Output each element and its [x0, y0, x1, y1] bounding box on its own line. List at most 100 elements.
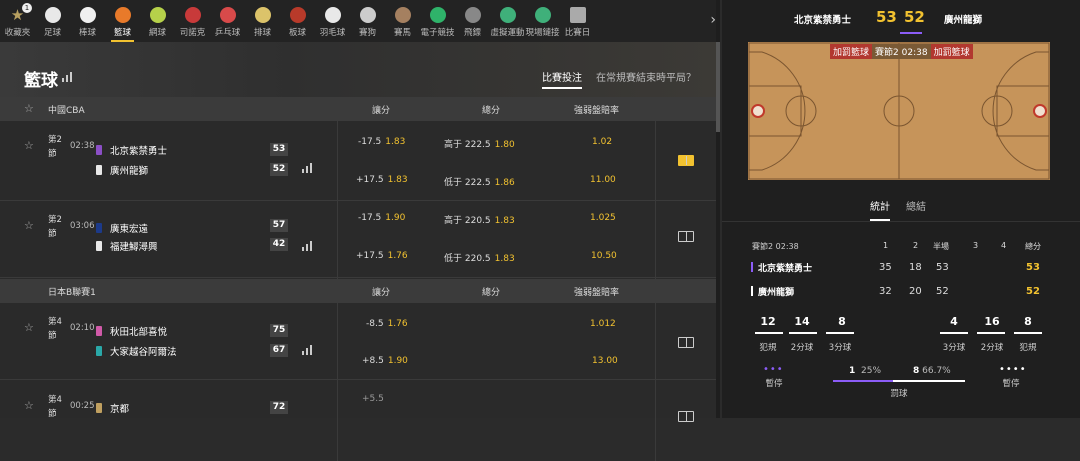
tennis-ball-icon	[149, 7, 166, 23]
handicap-home-odd[interactable]: +5.5	[362, 394, 384, 404]
scrollbar[interactable]	[716, 0, 720, 418]
match-clock: 02:10	[70, 323, 95, 333]
sport-tab-5[interactable]: 司諾克	[175, 0, 210, 42]
sport-tab-2[interactable]: 棒球	[70, 0, 105, 42]
sport-tab-9[interactable]: 羽毛球	[315, 0, 350, 42]
scrollbar-thumb[interactable]	[716, 42, 720, 132]
under-odd[interactable]: 低于 220.5 1.83	[444, 251, 515, 264]
handicap-home-odd[interactable]: -17.5 1.83	[358, 137, 405, 147]
markets-panel: ★ 收藏夾 1 足球 棒球 籃球 網球 司諾克 乒乓球 排球 板球 羽毛球 賽狗 賽馬 電子競技 飛鏢 虛擬運動…	[0, 0, 720, 461]
ft-label: 罰球	[890, 389, 908, 399]
tab-summary[interactable]: 總結	[906, 198, 926, 213]
score-underline	[900, 32, 922, 34]
away-timeouts-icon: ••••	[999, 364, 1027, 375]
sport-tab-16[interactable]: 比賽日	[560, 0, 595, 42]
tab-match-bets[interactable]: 比賽投注	[542, 69, 582, 89]
moneyline-away-odd[interactable]: 11.00	[590, 175, 616, 185]
hero-banner: 籃球 比賽投注 在常規賽結束時平局？	[0, 42, 720, 97]
stats-icon[interactable]	[302, 241, 312, 251]
home-score: 72	[270, 401, 288, 414]
sport-tab-15[interactable]: 現場鏈接	[525, 0, 560, 42]
stats-icon[interactable]	[302, 163, 312, 173]
cell-total: 52	[1026, 286, 1040, 297]
handicap-line: +8.5	[362, 356, 384, 366]
sport-tab-8[interactable]: 板球	[280, 0, 315, 42]
home-team[interactable]: 廣東宏遠	[96, 221, 148, 235]
match-row[interactable]: ☆ 第4節 00:25 京都 72 +5.5	[0, 381, 716, 461]
sport-tab-7[interactable]: 排球	[245, 0, 280, 42]
moneyline-away-odd[interactable]: 13.00	[592, 356, 618, 366]
cell: 18	[909, 262, 922, 273]
match-row[interactable]: ☆ 第4節 02:10 秋田北部喜悅 大家越谷阿爾法 75 67 -8.5 1.7…	[0, 303, 716, 383]
away-team[interactable]: 廣州龍獅	[96, 163, 148, 177]
sport-label: 足球	[43, 28, 61, 38]
ft-home-pct: 25%	[861, 366, 882, 376]
sport-tab-0[interactable]: ★ 收藏夾 1	[0, 0, 35, 42]
court-icon[interactable]	[678, 155, 694, 166]
tab-stats[interactable]: 統計	[870, 198, 890, 221]
court-icon[interactable]	[678, 411, 694, 422]
home-stat-label: 犯規	[759, 343, 777, 353]
under-odd[interactable]: 低于 222.5 1.86	[444, 175, 515, 188]
away-team-name: 大家越谷阿爾法	[110, 347, 177, 358]
away-team[interactable]: 福建鱘潯興	[96, 239, 158, 253]
sport-tab-1[interactable]: 足球	[35, 0, 70, 42]
home-team[interactable]: 秋田北部喜悅	[96, 324, 167, 338]
handicap-away-odd[interactable]: +17.5 1.76	[356, 251, 408, 261]
home-team[interactable]: 北京紫禁勇士	[96, 143, 167, 157]
jersey-icon	[96, 165, 102, 175]
stats-icon[interactable]	[62, 72, 72, 82]
moneyline-home-odd[interactable]: 1.02	[592, 137, 612, 147]
home-team[interactable]: 京都	[96, 401, 129, 415]
sport-label: 羽毛球	[319, 28, 346, 38]
jersey-icon	[96, 223, 102, 233]
sport-label: 賽狗	[358, 28, 376, 38]
odd-price: 1.80	[494, 140, 515, 150]
col-1: 1	[883, 241, 889, 250]
period-clock: 02:38	[775, 242, 799, 251]
handicap-home-odd[interactable]: -17.5 1.90	[358, 213, 405, 223]
sport-tab-4[interactable]: 網球	[140, 0, 175, 42]
over-odd[interactable]: 高于 222.5 1.80	[444, 137, 515, 150]
sport-tab-11[interactable]: 賽馬	[385, 0, 420, 42]
match-period: 第4節	[48, 317, 62, 341]
tab-draw-market[interactable]: 在常規賽結束時平局？	[596, 69, 696, 84]
star-icon[interactable]: ☆	[24, 321, 34, 334]
sport-tab-14[interactable]: 虛擬運動	[490, 0, 525, 42]
star-icon[interactable]: ☆	[24, 399, 34, 412]
away-team[interactable]: 大家越谷阿爾法	[96, 344, 177, 358]
handicap-away-odd[interactable]: +8.5 1.90	[362, 356, 408, 366]
handicap-home-odd[interactable]: -8.5 1.76	[366, 319, 408, 329]
sport-label: 排球	[253, 28, 271, 38]
league-header[interactable]: ☆ 中國CBA 讓分 總分 強弱盤賠率	[0, 97, 716, 121]
sport-label: 收藏夾	[4, 28, 31, 38]
sport-tab-3[interactable]: 籃球	[105, 0, 140, 42]
cell: 53	[936, 262, 949, 273]
col-total: 總分	[1025, 242, 1041, 251]
sport-tab-12[interactable]: 電子競技	[420, 0, 455, 42]
sport-tab-13[interactable]: 飛鏢	[455, 0, 490, 42]
match-period: 第2節	[48, 215, 62, 239]
court-icon[interactable]	[678, 337, 694, 348]
home-score: 53	[270, 143, 288, 156]
match-row[interactable]: ☆ 第2節 03:06 廣東宏遠 福建鱘潯興 57 42 -17.5 1.90 +…	[0, 201, 716, 281]
away-color-mark	[751, 286, 753, 296]
star-icon[interactable]: ☆	[24, 139, 34, 152]
moneyline-home-odd[interactable]: 1.012	[590, 319, 616, 329]
bonus-tag-home: 加罰籃球	[830, 44, 873, 59]
moneyline-home-odd[interactable]: 1.025	[590, 213, 616, 223]
court-icon[interactable]	[678, 231, 694, 242]
star-icon[interactable]: ☆	[24, 219, 34, 232]
col-total: 總分	[482, 106, 501, 116]
star-icon[interactable]: ☆	[24, 102, 34, 115]
moneyline-away-odd[interactable]: 10.50	[591, 251, 617, 261]
league-header[interactable]: 日本B聯賽1 讓分 總分 強弱盤賠率	[0, 279, 716, 303]
handicap-away-odd[interactable]: +17.5 1.83	[356, 175, 408, 185]
match-row[interactable]: ☆ 第2節 02:38 北京紫禁勇士 廣州龍獅 53 52 -17.5 1.83 …	[0, 121, 716, 201]
sport-tab-6[interactable]: 乒乓球	[210, 0, 245, 42]
sport-tab-10[interactable]: 賽狗	[350, 0, 385, 42]
home-team-name: 北京紫禁勇士	[758, 264, 813, 274]
stat-bar	[1014, 332, 1042, 334]
over-odd[interactable]: 高于 220.5 1.83	[444, 213, 515, 226]
stats-icon[interactable]	[302, 345, 312, 355]
